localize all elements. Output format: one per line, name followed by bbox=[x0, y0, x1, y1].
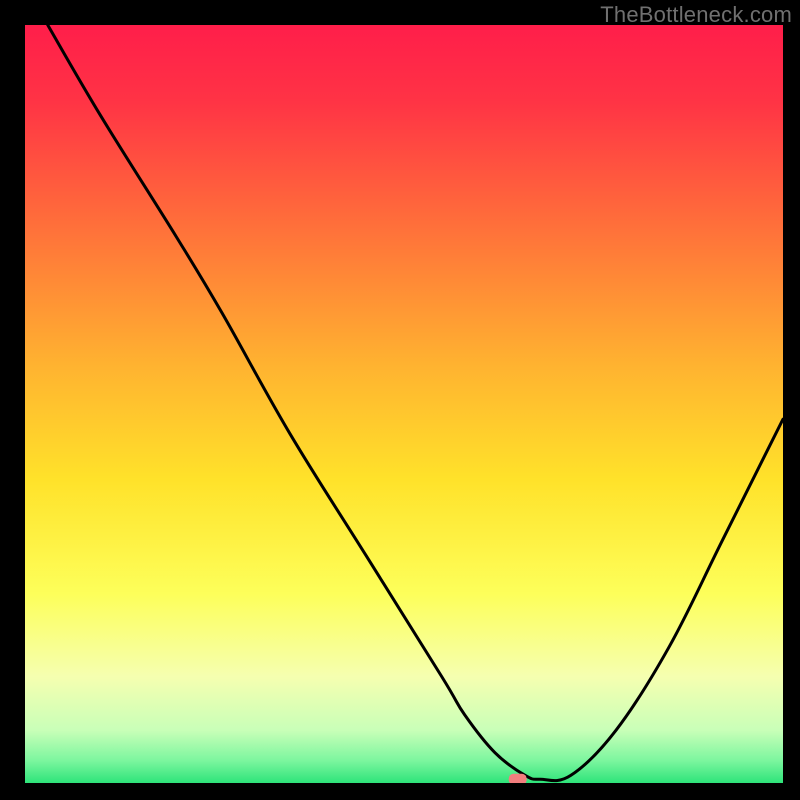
watermark-text: TheBottleneck.com bbox=[600, 2, 792, 28]
chart-area bbox=[25, 25, 783, 783]
bottleneck-chart bbox=[25, 25, 783, 783]
chart-frame: TheBottleneck.com bbox=[0, 0, 800, 800]
gradient-background bbox=[25, 25, 783, 783]
solution-marker bbox=[509, 774, 527, 783]
